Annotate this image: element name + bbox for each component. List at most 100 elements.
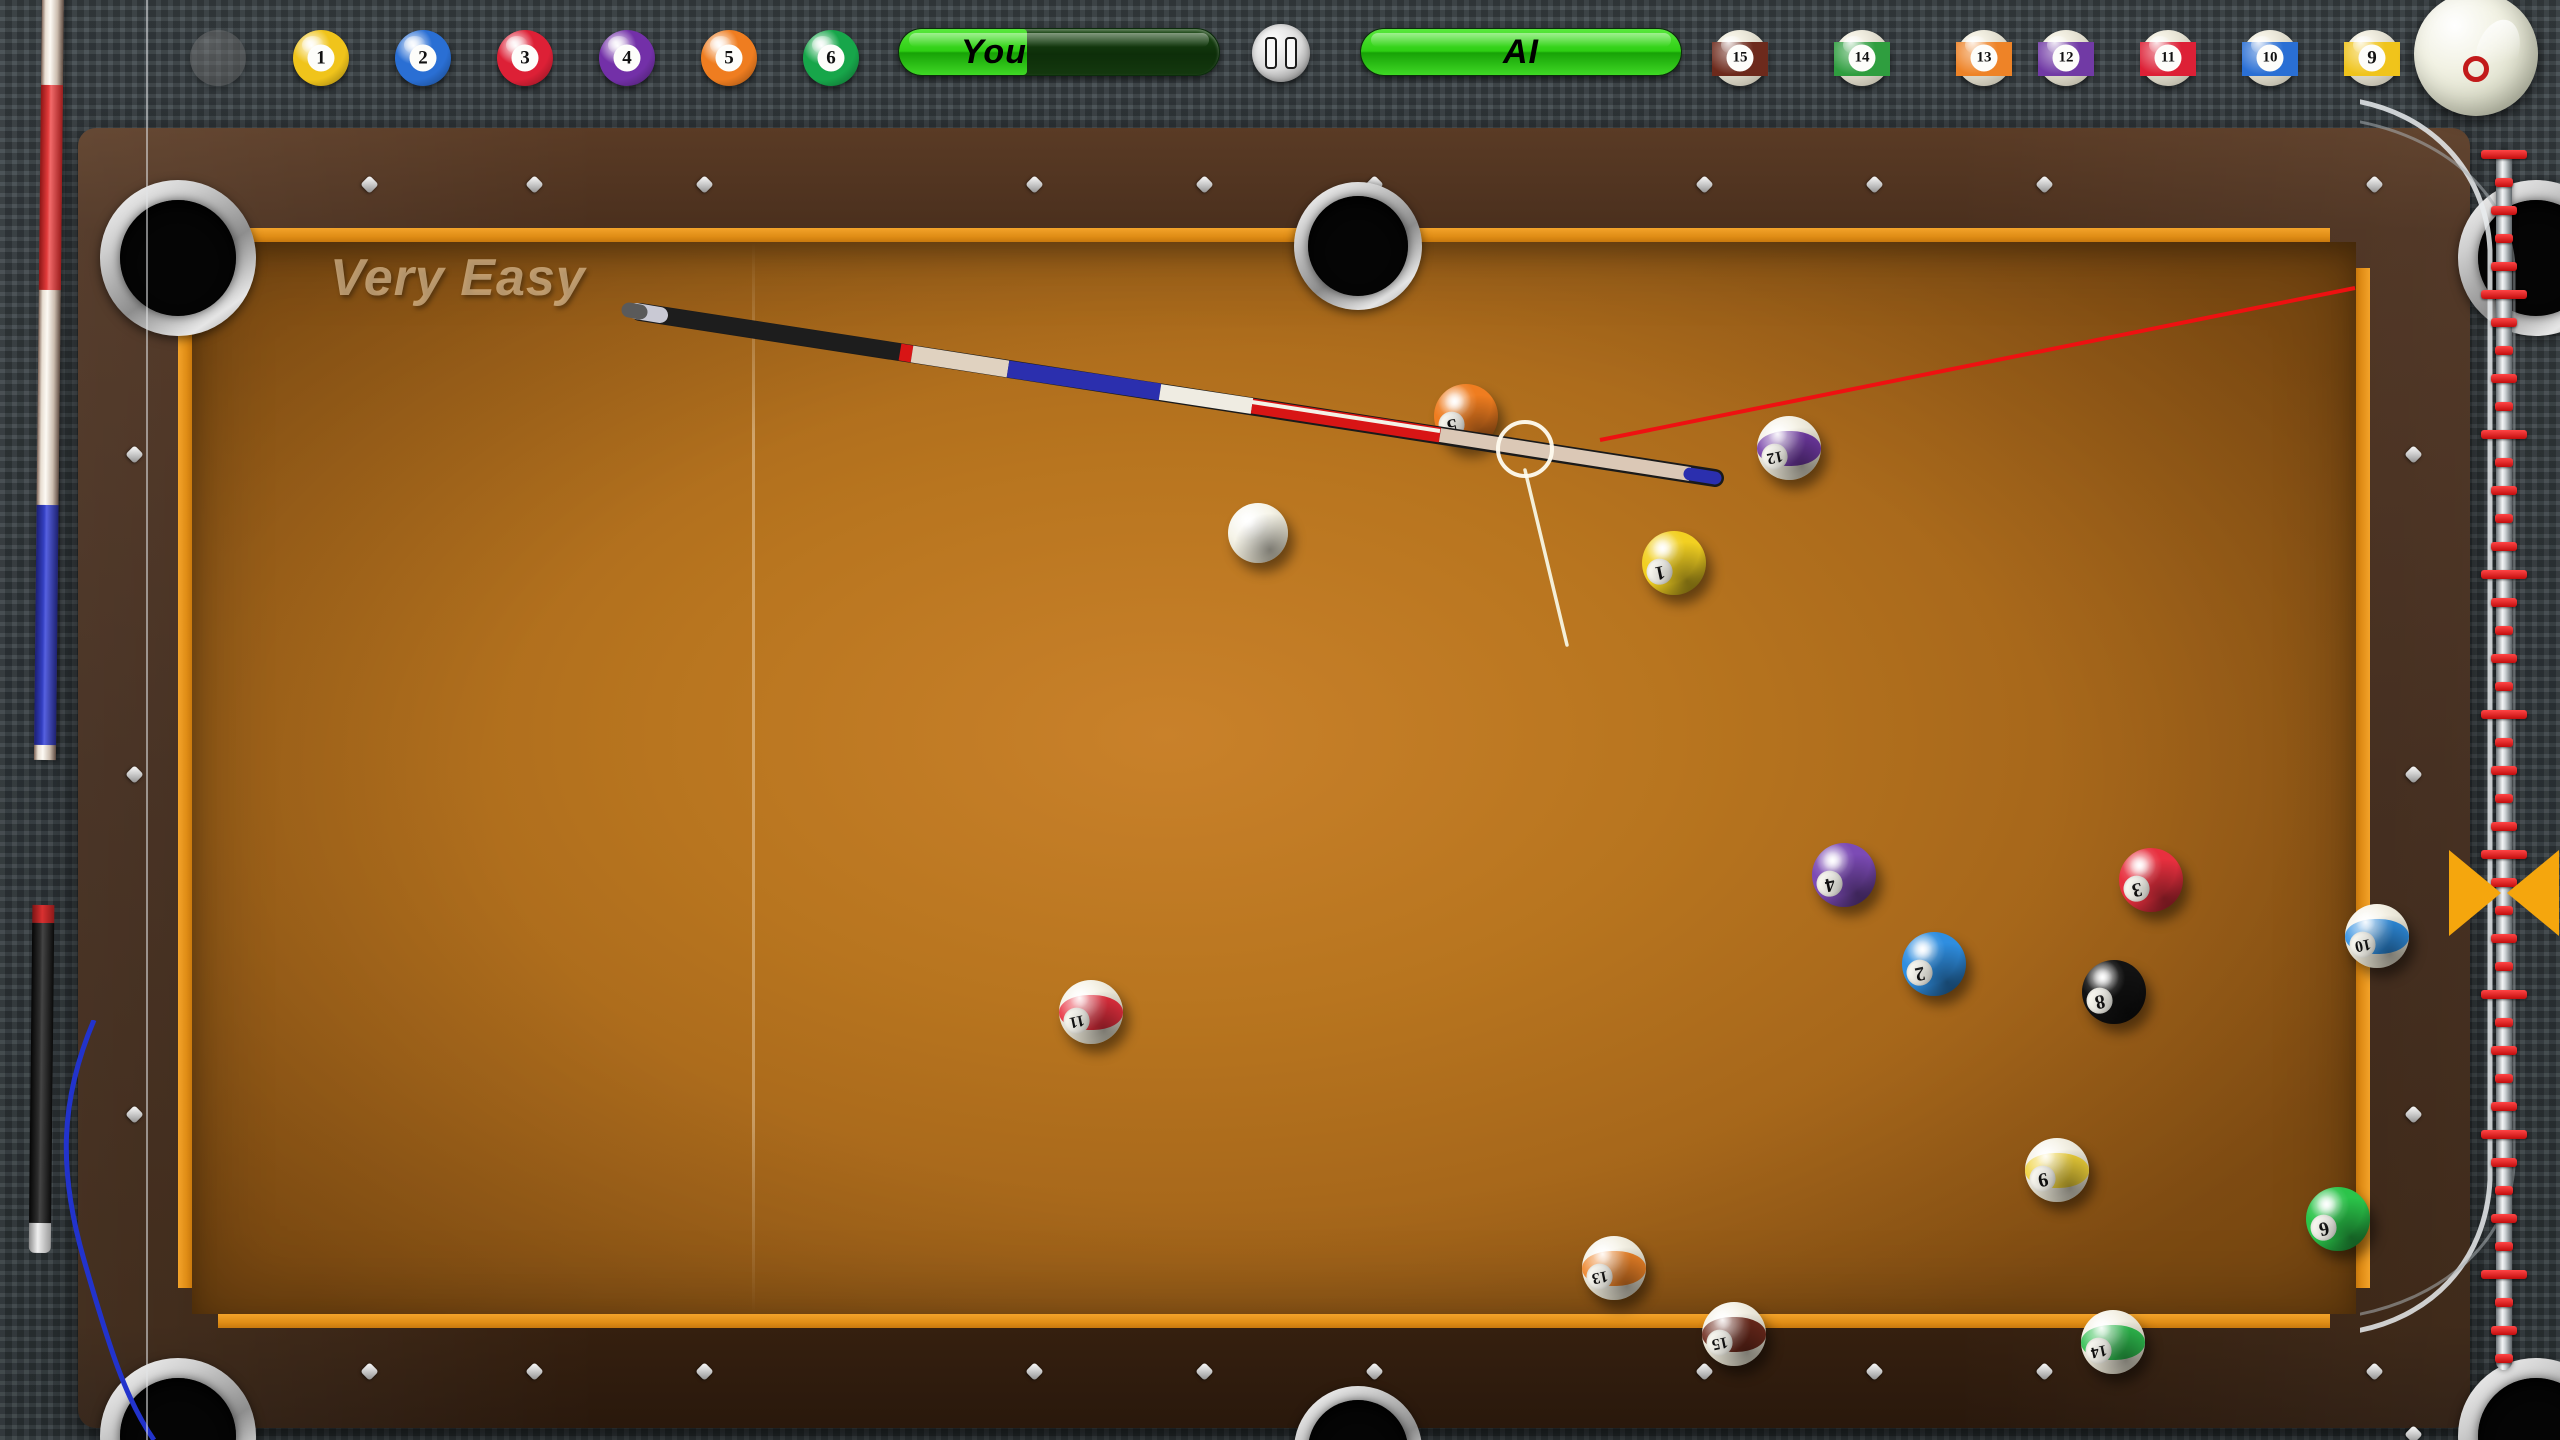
game-screen: 51214238101196131514 Very Easy <box>0 0 2560 1440</box>
hud-ball-4: 4 <box>599 30 655 86</box>
hud-ball-3: 3 <box>497 30 553 86</box>
power-slider-tick <box>2495 1186 2513 1195</box>
hud-ball-1: 1 <box>293 30 349 86</box>
cue-rack-red-band <box>38 84 63 291</box>
power-slider-tick <box>2495 234 2513 243</box>
ball-shading <box>2082 960 2146 1024</box>
cue-rack-left[interactable] <box>28 0 65 1254</box>
ball-15[interactable]: 15 <box>1702 1302 1766 1366</box>
power-slider-handle[interactable] <box>2449 850 2559 936</box>
ball-2[interactable]: 2 <box>1902 932 1966 996</box>
ball-shading <box>2345 904 2409 968</box>
ball-3[interactable]: 3 <box>2119 848 2183 912</box>
pool-table[interactable]: 51214238101196131514 <box>78 128 2560 1440</box>
hud-ball-gloss <box>403 35 427 54</box>
power-slider-tick <box>2481 570 2527 579</box>
cue-rack-blue-band <box>34 504 59 746</box>
hud-ball-12: 12 <box>2038 30 2094 86</box>
rail-diamond <box>1025 175 1044 194</box>
power-slider-tick <box>2481 1270 2527 1279</box>
ball-6[interactable]: 6 <box>2306 1187 2370 1251</box>
hud-ball-6: 6 <box>803 30 859 86</box>
ball-shading <box>1059 980 1123 1044</box>
power-slider-tick <box>2495 402 2513 411</box>
ghost-ball-marker <box>1496 420 1554 478</box>
top-hud: 1 2 3 4 5 6 15 14 13 12 11 10 9 You AI <box>0 0 2560 116</box>
ball-shading <box>2119 848 2183 912</box>
opponent-label: AI <box>1503 32 1539 71</box>
ball-11[interactable]: 11 <box>1059 980 1123 1044</box>
power-slider-tick <box>2491 598 2517 607</box>
ball-12[interactable]: 12 <box>1757 416 1821 480</box>
ball-shading <box>1642 531 1706 595</box>
rail-diamond <box>1025 1362 1044 1381</box>
hud-ball-13: 13 <box>1956 30 2012 86</box>
hud-ball-gloss <box>505 35 529 54</box>
power-slider-tick <box>2491 1102 2517 1111</box>
ball-shading <box>2081 1310 2145 1374</box>
hud-ball-5: 5 <box>701 30 757 86</box>
ball-10[interactable]: 10 <box>2345 904 2409 968</box>
cushion-bottom <box>218 1314 2330 1328</box>
power-slider-tick <box>2495 346 2513 355</box>
cue-rack-red-collar <box>32 904 55 924</box>
rail-diamond <box>2365 175 2384 194</box>
rail-diamond <box>125 765 144 784</box>
player-label: You <box>961 32 1027 71</box>
power-slider-tick <box>2495 962 2513 971</box>
hud-ball-gloss <box>301 35 325 54</box>
power-slider-tick <box>2481 150 2527 159</box>
rail-diamond <box>1365 1362 1384 1381</box>
ball-shading <box>1228 503 1288 563</box>
cushion-top <box>218 228 2330 242</box>
power-slider-tick <box>2495 626 2513 635</box>
spin-control[interactable] <box>2414 0 2538 116</box>
pause-button[interactable] <box>1252 24 1310 82</box>
ball-13[interactable]: 13 <box>1582 1236 1646 1300</box>
power-slider-tick <box>2495 1074 2513 1083</box>
power-slider[interactable] <box>2449 150 2559 1370</box>
pocket-top-left[interactable] <box>120 200 236 316</box>
power-slider-tick <box>2495 1298 2513 1307</box>
ball-14[interactable]: 14 <box>2081 1310 2145 1374</box>
ball-shading <box>1812 843 1876 907</box>
slider-handle-left-arrow-icon <box>2449 850 2501 936</box>
ball-1[interactable]: 1 <box>1642 531 1706 595</box>
rail-diamond <box>2365 1362 2384 1381</box>
ball-shading <box>1757 416 1821 480</box>
hud-ball-cue <box>190 30 246 86</box>
hud-ball-15: 15 <box>1712 30 1768 86</box>
power-slider-tick <box>2495 1242 2513 1251</box>
head-string-line <box>752 242 755 1314</box>
power-slider-tick <box>2491 1326 2517 1335</box>
power-slider-tick <box>2491 766 2517 775</box>
ball-9[interactable]: 9 <box>2025 1138 2089 1202</box>
rail-diamond <box>1695 175 1714 194</box>
rail-diamond <box>2404 445 2423 464</box>
hud-ball-gloss <box>811 35 835 54</box>
pocket-top-middle[interactable] <box>1308 196 1408 296</box>
hud-ball-14: 14 <box>1834 30 1890 86</box>
ball-4[interactable]: 4 <box>1812 843 1876 907</box>
power-slider-tick <box>2495 514 2513 523</box>
cue-ball[interactable] <box>1228 503 1288 563</box>
rail-diamond <box>2404 1105 2423 1124</box>
ball-5[interactable]: 5 <box>1434 384 1498 448</box>
power-slider-tick <box>2491 374 2517 383</box>
cushion-right <box>2356 268 2370 1288</box>
player-score-bar: You <box>898 28 1220 76</box>
hud-ball-gloss <box>1720 35 1744 54</box>
power-slider-tick <box>2491 262 2517 271</box>
power-slider-tick <box>2495 794 2513 803</box>
hud-ball-gloss <box>2352 35 2376 54</box>
hud-ball-gloss <box>709 35 733 54</box>
hud-ball-2: 2 <box>395 30 451 86</box>
ball-shading <box>2025 1138 2089 1202</box>
rail-diamond <box>1195 1362 1214 1381</box>
hud-ball-gloss <box>1842 35 1866 54</box>
hud-ball-gloss <box>2148 35 2172 54</box>
power-slider-tick <box>2481 290 2527 299</box>
rail-diamond <box>695 1362 714 1381</box>
ball-8[interactable]: 8 <box>2082 960 2146 1024</box>
power-slider-tick <box>2495 1354 2513 1363</box>
